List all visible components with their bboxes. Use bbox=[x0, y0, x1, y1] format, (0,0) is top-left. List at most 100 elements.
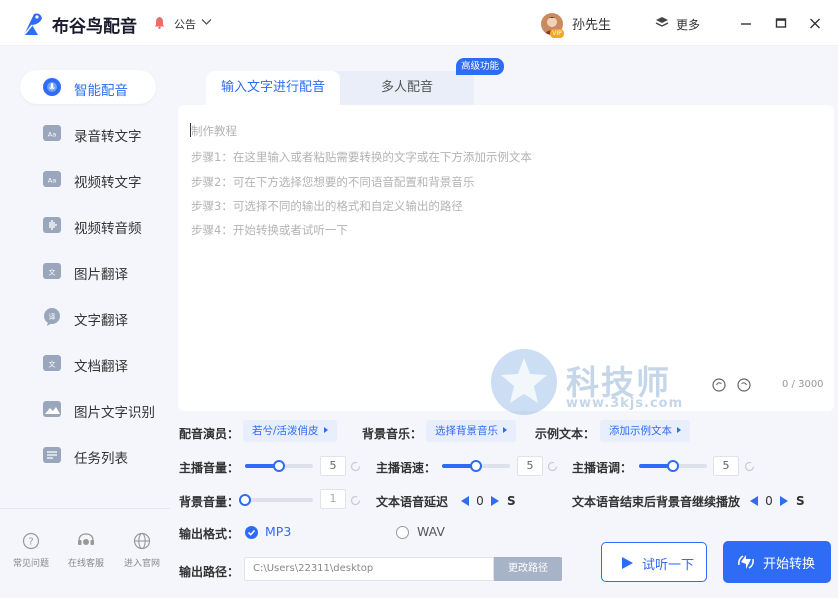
image-translate-icon: 文 bbox=[43, 263, 61, 279]
service-icon bbox=[78, 533, 94, 545]
sidebar-item-image-ocr[interactable]: 图片文字识别 bbox=[20, 392, 156, 426]
reset-icon[interactable] bbox=[547, 461, 558, 472]
format-mp3-label[interactable]: MP3 bbox=[265, 524, 291, 539]
speed-slider[interactable] bbox=[442, 460, 510, 472]
text-translate-icon: 译 bbox=[44, 308, 60, 326]
tab-multi-dub[interactable]: 多人配音 bbox=[340, 71, 474, 105]
sidebar-item-task-list[interactable]: 任务列表 bbox=[20, 438, 156, 472]
sidebar: 智能配音 Aa 录音转文字 Aa 视频转文字 视频转音频 文 图片翻译 译 文字… bbox=[0, 46, 170, 598]
layers-icon[interactable] bbox=[655, 16, 669, 29]
bell-icon[interactable] bbox=[154, 16, 165, 29]
main-volume-label: 主播音量： bbox=[179, 461, 240, 475]
username[interactable]: 孙先生 bbox=[572, 14, 611, 33]
bg-volume-label: 背景音量： bbox=[179, 495, 240, 509]
svg-text:Aa: Aa bbox=[48, 131, 56, 139]
notice-button[interactable]: 公告 bbox=[174, 16, 196, 32]
slider-thumb[interactable] bbox=[470, 460, 482, 472]
redo-icon[interactable] bbox=[737, 378, 751, 392]
play-icon bbox=[622, 557, 633, 569]
bgm-selector[interactable]: 选择背景音乐 bbox=[426, 420, 516, 442]
convert-icon bbox=[738, 555, 754, 569]
sidebar-item-smart-dub[interactable]: 智能配音 bbox=[20, 70, 156, 104]
pitch-value[interactable]: 5 bbox=[713, 456, 739, 476]
sidebar-item-video-to-audio[interactable]: 视频转音频 bbox=[20, 208, 156, 242]
chevron-down-icon[interactable] bbox=[201, 16, 212, 27]
website-button[interactable]: 进入官网 bbox=[114, 532, 170, 569]
task-list-icon bbox=[43, 447, 61, 463]
voice-value: 若兮/活泼俏皮 bbox=[252, 425, 319, 437]
more-button[interactable]: 更多 bbox=[676, 16, 700, 33]
start-label: 开始转换 bbox=[763, 557, 816, 572]
main-panel: 输入文字进行配音 多人配音 高级功能 制作教程 步骤1：在这里输入或者粘贴需要转… bbox=[170, 46, 838, 598]
vip-badge: VIP bbox=[550, 29, 564, 38]
reset-icon[interactable] bbox=[350, 461, 361, 472]
service-button[interactable]: 在线客服 bbox=[58, 532, 114, 569]
sample-selector[interactable]: 添加示例文本 bbox=[600, 420, 690, 442]
speed-label: 主播语速： bbox=[376, 461, 437, 475]
decrease-arrow-icon[interactable] bbox=[461, 496, 469, 506]
reset-icon[interactable] bbox=[744, 461, 755, 472]
main-volume-value[interactable]: 5 bbox=[320, 456, 346, 476]
speed-value[interactable]: 5 bbox=[517, 456, 543, 476]
delay-stepper[interactable]: 0S bbox=[461, 493, 516, 509]
main-volume-slider[interactable] bbox=[245, 460, 313, 472]
sidebar-item-label: 任务列表 bbox=[74, 451, 128, 467]
video-to-text-icon: Aa bbox=[43, 171, 61, 187]
bg-continue-stepper[interactable]: 0S bbox=[750, 493, 805, 509]
format-mp3-radio[interactable] bbox=[245, 526, 258, 539]
delay-label: 文本语音延迟 bbox=[376, 495, 449, 509]
help-button[interactable]: ? 常见问题 bbox=[3, 532, 59, 569]
output-path-input[interactable]: C:\Users\22311\desktop bbox=[244, 557, 494, 581]
undo-icon[interactable] bbox=[712, 378, 726, 392]
increase-arrow-icon[interactable] bbox=[780, 496, 788, 506]
format-wav-label[interactable]: WAV bbox=[417, 524, 445, 539]
sidebar-item-doc-translate[interactable]: 文 文档翻译 bbox=[20, 346, 156, 380]
bg-continue-unit: S bbox=[796, 494, 805, 508]
delay-unit: S bbox=[507, 494, 516, 508]
sidebar-divider bbox=[0, 508, 170, 509]
editor-placeholder-line: 步骤1：在这里输入或者粘贴需要转换的文字或在下方添加示例文本 bbox=[191, 150, 532, 164]
editor-placeholder-line: 步骤2：可在下方选择您想要的不同语音配置和背景音乐 bbox=[191, 175, 475, 189]
maximize-icon[interactable] bbox=[771, 13, 791, 33]
watermark-url: www.3kjs.com bbox=[566, 396, 684, 411]
voice-label: 配音演员： bbox=[179, 427, 240, 441]
svg-text:Aa: Aa bbox=[48, 177, 56, 185]
slider-thumb[interactable] bbox=[239, 494, 251, 506]
sidebar-item-text-translate[interactable]: 译 文字翻译 bbox=[20, 300, 156, 334]
editor-placeholder-line: 步骤4：开始转换或者试听一下 bbox=[191, 223, 348, 237]
title-bar: 布谷鸟配音 公告 VIP 孙先生 更多 bbox=[0, 0, 838, 46]
bg-volume-value[interactable]: 1 bbox=[320, 489, 346, 509]
sidebar-item-label: 视频转文字 bbox=[74, 175, 142, 191]
website-label: 进入官网 bbox=[123, 559, 160, 569]
app-title: 布谷鸟配音 bbox=[52, 17, 137, 37]
bg-volume-slider[interactable] bbox=[239, 494, 313, 506]
bg-continue-label: 文本语音结束后背景音继续播放 bbox=[572, 495, 741, 509]
tab-text-dub[interactable]: 输入文字进行配音 bbox=[206, 71, 340, 105]
video-to-audio-icon bbox=[43, 217, 61, 233]
decrease-arrow-icon[interactable] bbox=[750, 496, 758, 506]
service-label: 在线客服 bbox=[67, 559, 104, 569]
caret-right-icon bbox=[503, 427, 507, 433]
slider-thumb[interactable] bbox=[273, 460, 285, 472]
minimize-icon[interactable] bbox=[736, 13, 756, 33]
change-path-button[interactable]: 更改路径 bbox=[494, 557, 562, 581]
reset-icon[interactable] bbox=[350, 495, 361, 506]
sidebar-item-video-to-text[interactable]: Aa 视频转文字 bbox=[20, 162, 156, 196]
close-icon[interactable] bbox=[805, 13, 825, 33]
svg-text:文: 文 bbox=[49, 268, 56, 277]
listen-button[interactable]: 试听一下 bbox=[601, 542, 707, 582]
pitch-slider[interactable] bbox=[639, 460, 707, 472]
editor-tools bbox=[712, 378, 751, 392]
sidebar-item-image-translate[interactable]: 文 图片翻译 bbox=[20, 254, 156, 288]
website-icon bbox=[133, 532, 151, 550]
slider-thumb[interactable] bbox=[667, 460, 679, 472]
voice-selector[interactable]: 若兮/活泼俏皮 bbox=[243, 420, 337, 442]
start-convert-button[interactable]: 开始转换 bbox=[723, 541, 831, 583]
sample-label: 示例文本： bbox=[535, 427, 596, 441]
bgm-value: 选择背景音乐 bbox=[435, 425, 498, 437]
path-label: 输出路径： bbox=[179, 565, 240, 579]
bgm-label: 背景音乐： bbox=[362, 427, 423, 441]
format-wav-radio[interactable] bbox=[396, 526, 409, 539]
increase-arrow-icon[interactable] bbox=[491, 496, 499, 506]
sidebar-item-record-to-text[interactable]: Aa 录音转文字 bbox=[20, 116, 156, 150]
